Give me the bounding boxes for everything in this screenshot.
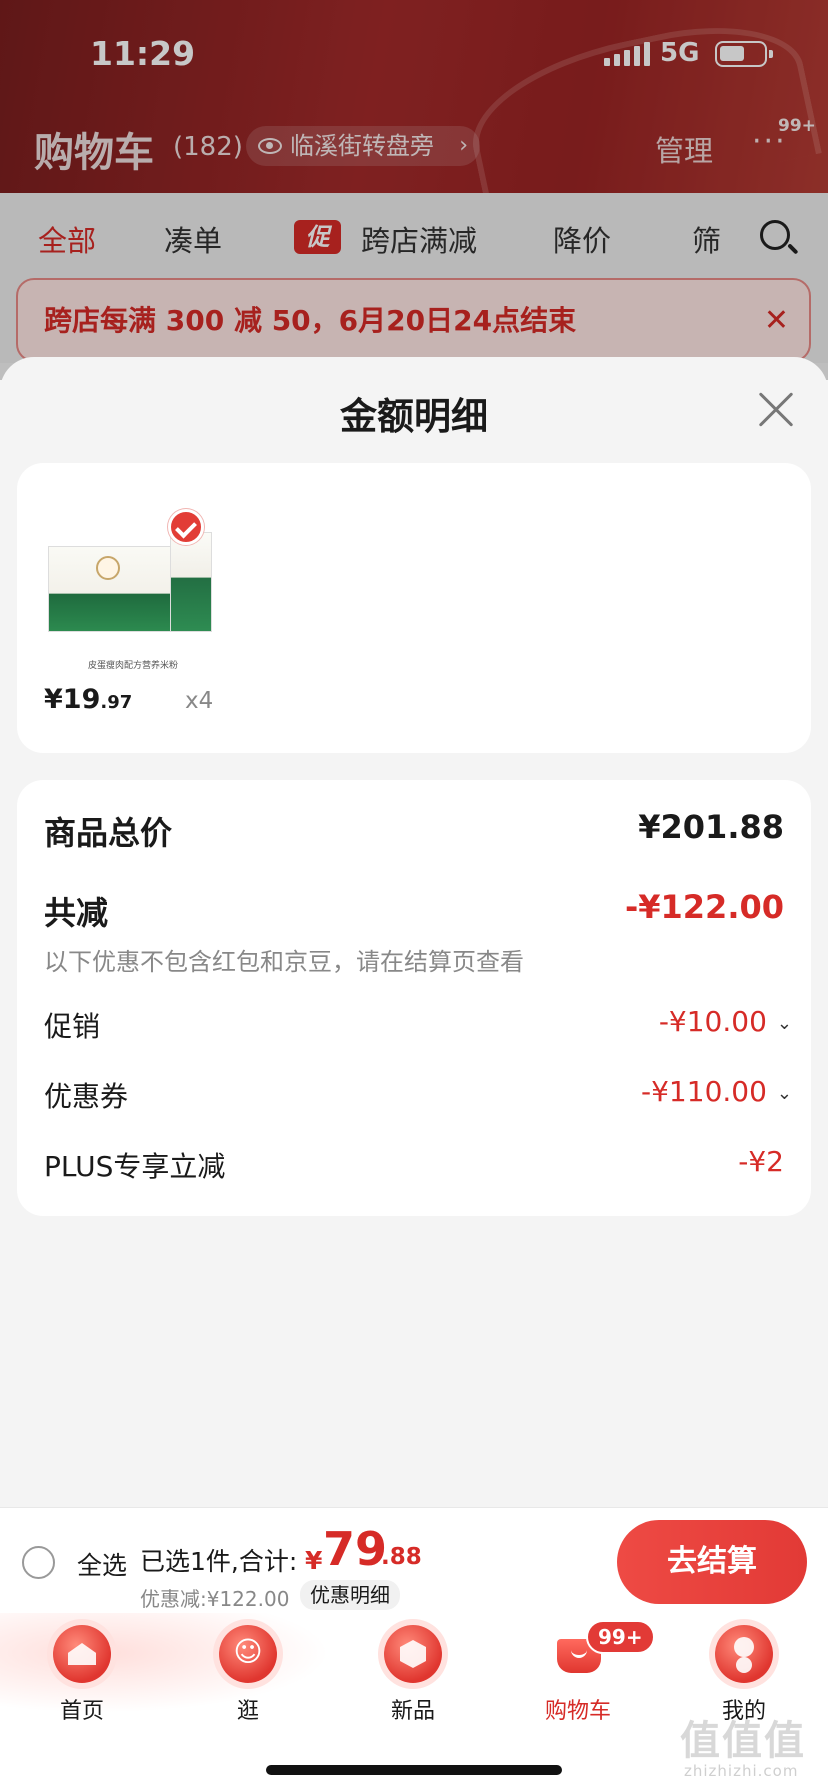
plus-discount-value: -¥2 (738, 1145, 784, 1178)
product-image[interactable] (48, 532, 212, 632)
product-quantity: x4 (185, 688, 214, 714)
total-reduced-value: -¥122.00 (624, 888, 784, 926)
stroll-icon (219, 1625, 277, 1683)
sheet-title: 金额明细 (340, 395, 488, 438)
tab-new-products-label: 新品 (390, 1699, 435, 1724)
selected-check-icon[interactable] (168, 509, 204, 545)
total-amount-main: 79 (323, 1522, 388, 1576)
product-caption: 皮蛋瘦肉配方营养米粉 (88, 661, 179, 671)
coupon-label: 优惠券 (44, 1080, 129, 1113)
coupon-row[interactable]: -¥110.00 ⌄ (641, 1075, 792, 1108)
promotion-row[interactable]: -¥10.00 ⌄ (659, 1005, 792, 1038)
tab-cart-label: 购物车 (544, 1699, 611, 1724)
product-price-decimal: .97 (100, 692, 133, 713)
product-price: ¥19.97 (44, 684, 132, 715)
selected-summary: 已选1件,合计: (140, 1547, 298, 1576)
discount-note: 以下优惠不包含红包和京豆，请在结算页查看 (44, 948, 524, 976)
promotion-label: 促销 (44, 1010, 101, 1043)
plus-discount-label: PLUS专享立减 (44, 1150, 226, 1183)
tab-new-products[interactable]: 新品 (358, 1625, 468, 1725)
select-all-checkbox[interactable] (22, 1546, 55, 1579)
select-all-label[interactable]: 全选 (77, 1546, 127, 1582)
new-products-icon (384, 1625, 442, 1683)
tab-home[interactable]: 首页 (27, 1625, 137, 1725)
close-icon[interactable] (756, 390, 796, 430)
chevron-down-icon: ⌄ (776, 1012, 792, 1034)
tab-home-label: 首页 (59, 1699, 104, 1724)
total-price-value: ¥201.88 (638, 808, 784, 846)
watermark-url: zhizhizhi.com (684, 1762, 799, 1780)
product-price-main: ¥19 (44, 684, 101, 715)
cart-badge: 99+ (586, 1620, 655, 1654)
watermark-logo: 值值值 (680, 1718, 806, 1764)
checkout-button[interactable]: 去结算 (617, 1520, 807, 1604)
discount-total: 优惠减:¥122.00 (140, 1587, 290, 1611)
home-icon (53, 1625, 111, 1683)
tab-stroll[interactable]: 逛 (193, 1625, 303, 1725)
profile-icon (715, 1625, 773, 1683)
tab-stroll-label: 逛 (236, 1699, 259, 1724)
coupon-value: -¥110.00 (641, 1075, 767, 1108)
home-indicator (266, 1765, 562, 1775)
total-price-label: 商品总价 (44, 814, 173, 852)
chevron-down-icon: ⌄ (776, 1082, 792, 1104)
total-reduced-label: 共减 (44, 894, 109, 932)
modal-overlay[interactable] (0, 0, 828, 380)
promotion-value: -¥10.00 (658, 1005, 767, 1038)
total-currency: ¥ (305, 1546, 323, 1575)
total-amount-decimal: .88 (381, 1544, 422, 1570)
discount-detail-button[interactable]: 优惠明细 (300, 1580, 400, 1610)
